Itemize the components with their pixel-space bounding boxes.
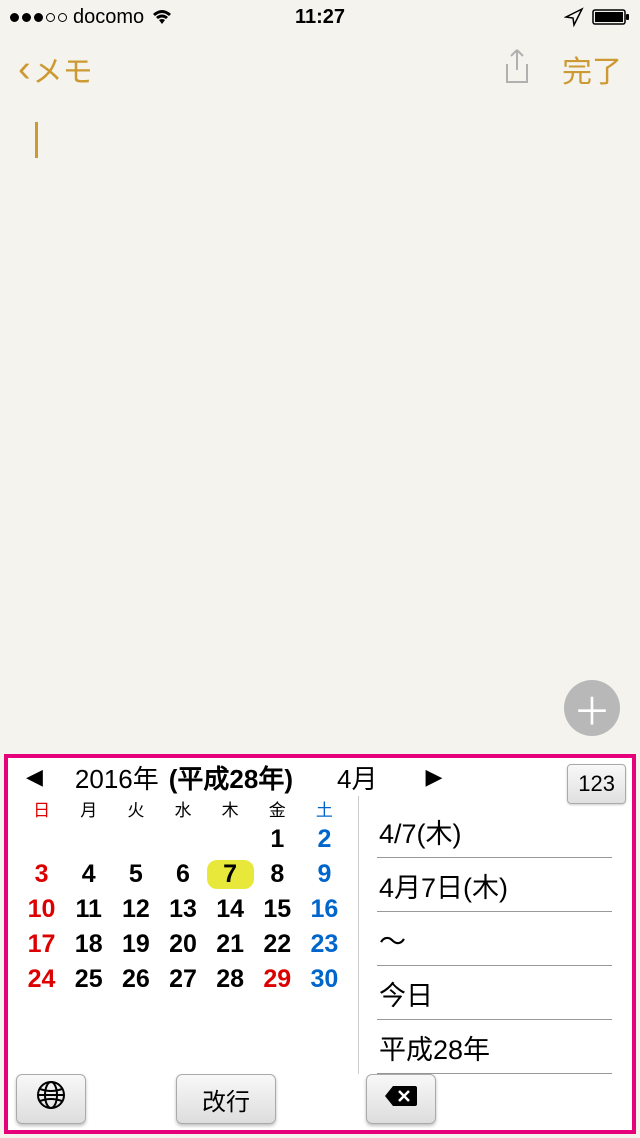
suggestion-item[interactable]: 〜 (377, 912, 612, 966)
weekday-label: 月 (65, 796, 112, 821)
suggestion-item[interactable]: 4/7(木) (377, 804, 612, 858)
weekday-label: 日 (18, 796, 65, 821)
carrier-label: docomo (73, 6, 144, 29)
calendar-header: ◀ 2016年 (平成28年) 4月 ▶ 123 (8, 758, 632, 796)
suggestion-item[interactable]: 4月7日(木) (377, 858, 612, 912)
day-cell[interactable]: 14 (207, 895, 254, 924)
nav-bar: ‹ メモ 完了 (0, 34, 640, 104)
clock: 11:27 (295, 6, 345, 29)
weekday-row: 日月火水木金土 (18, 796, 348, 821)
back-label: メモ (33, 47, 93, 91)
weekday-label: 金 (254, 796, 301, 821)
suggestion-list: 4/7(木)4月7日(木)〜今日平成28年 (358, 796, 632, 1074)
month-label[interactable]: 4月 (337, 759, 377, 796)
day-cell[interactable]: 2 (301, 825, 348, 854)
days-grid: 1234567891011121314151617181920212223242… (18, 825, 348, 994)
weekday-label: 土 (301, 796, 348, 821)
prev-month-button[interactable]: ◀ (22, 764, 47, 790)
status-bar: docomo 11:27 (0, 0, 640, 34)
day-cell[interactable]: 19 (112, 930, 159, 959)
day-cell[interactable]: 4 (65, 860, 112, 889)
wifi-icon (150, 8, 174, 26)
calendar-keyboard: ◀ 2016年 (平成28年) 4月 ▶ 123 日月火水木金土 1234567… (4, 754, 636, 1134)
day-cell[interactable]: 17 (18, 930, 65, 959)
day-cell[interactable]: 15 (254, 895, 301, 924)
day-cell[interactable]: 21 (207, 930, 254, 959)
day-cell[interactable]: 25 (65, 965, 112, 994)
day-cell[interactable]: 29 (254, 965, 301, 994)
era-label: (平成28年) (169, 759, 293, 796)
weekday-label: 水 (159, 796, 206, 821)
day-cell[interactable]: 26 (112, 965, 159, 994)
suggestion-item[interactable]: 平成28年 (377, 1020, 612, 1074)
day-cell[interactable]: 9 (301, 860, 348, 889)
status-left: docomo (10, 6, 174, 29)
day-cell[interactable]: 7 (207, 860, 254, 889)
text-cursor (35, 122, 38, 158)
share-button[interactable] (502, 48, 532, 91)
day-cell[interactable]: 22 (254, 930, 301, 959)
back-button[interactable]: ‹ メモ (18, 47, 93, 91)
done-button[interactable]: 完了 (562, 47, 622, 91)
globe-key[interactable] (16, 1074, 86, 1124)
weekday-label: 木 (207, 796, 254, 821)
calendar-grid: 日月火水木金土 12345678910111213141516171819202… (8, 796, 358, 1074)
numeric-key-button[interactable]: 123 (567, 764, 626, 804)
status-right (564, 7, 630, 27)
bottom-key-row: 改行 (8, 1074, 632, 1130)
day-cell[interactable]: 5 (112, 860, 159, 889)
return-key[interactable]: 改行 (176, 1074, 276, 1124)
weekday-label: 火 (112, 796, 159, 821)
day-cell[interactable]: 28 (207, 965, 254, 994)
day-cell[interactable]: 11 (65, 895, 112, 924)
day-cell[interactable]: 13 (159, 895, 206, 924)
day-cell[interactable]: 10 (18, 895, 65, 924)
battery-icon (592, 8, 630, 26)
day-cell[interactable]: 23 (301, 930, 348, 959)
day-cell[interactable]: 8 (254, 860, 301, 889)
suggestion-item[interactable]: 今日 (377, 966, 612, 1020)
day-cell[interactable]: 27 (159, 965, 206, 994)
chevron-left-icon: ‹ (18, 50, 31, 88)
year-label[interactable]: 2016年 (75, 759, 159, 796)
backspace-icon (383, 1083, 419, 1116)
day-cell[interactable]: 24 (18, 965, 65, 994)
day-cell[interactable]: 12 (112, 895, 159, 924)
location-icon (564, 7, 584, 27)
day-cell[interactable]: 18 (65, 930, 112, 959)
backspace-key[interactable] (366, 1074, 436, 1124)
add-attachment-button[interactable]: ＋ (564, 680, 620, 736)
day-cell[interactable]: 20 (159, 930, 206, 959)
signal-strength-icon (10, 13, 67, 22)
day-cell[interactable]: 16 (301, 895, 348, 924)
next-month-button[interactable]: ▶ (421, 764, 446, 790)
note-editor[interactable] (0, 104, 640, 729)
plus-icon: ＋ (573, 681, 611, 736)
day-cell[interactable]: 6 (159, 860, 206, 889)
day-cell[interactable]: 3 (18, 860, 65, 889)
day-cell[interactable]: 30 (301, 965, 348, 994)
day-cell[interactable]: 1 (254, 825, 301, 854)
globe-icon (35, 1079, 67, 1119)
